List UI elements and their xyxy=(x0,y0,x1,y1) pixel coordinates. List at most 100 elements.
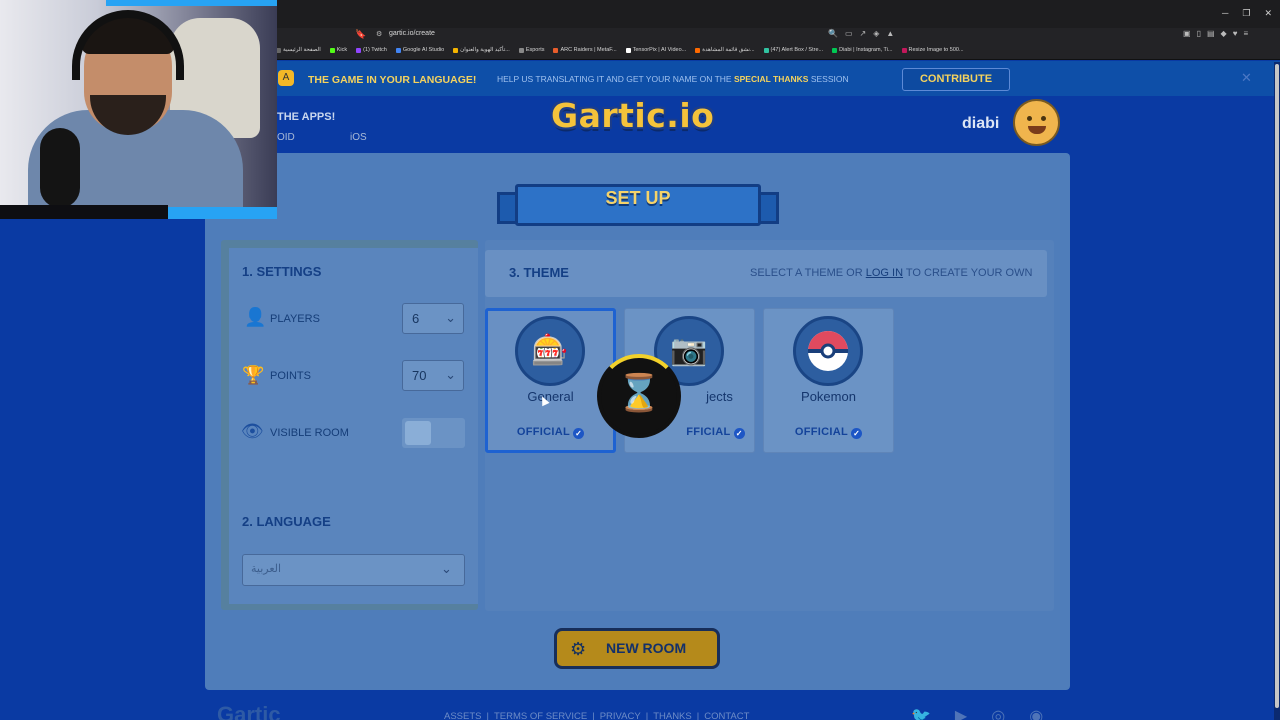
close-window-icon[interactable]: ✕ xyxy=(1264,8,1272,19)
bookmark-item[interactable]: الصفحة الرئيسية xyxy=(276,47,321,53)
official-badge-objects: FFICIAL ✓ xyxy=(650,426,781,439)
bookmark-item[interactable]: Google AI Studio xyxy=(395,47,444,53)
check-icon: ✓ xyxy=(573,428,585,439)
bookmark-label: ARC Raiders | MetaF... xyxy=(560,47,617,53)
footer-separator: | xyxy=(486,711,489,720)
check-icon: ✓ xyxy=(733,428,745,439)
bookmark-label: نشق قائمة المشاهدة... xyxy=(702,47,755,53)
settings-heading: 1. SETTINGS xyxy=(242,264,322,279)
hourglass-icon: ⌛ xyxy=(616,372,662,413)
bookmark-favicon-icon xyxy=(329,47,335,53)
official-badge-general: OFFICIAL ✓ xyxy=(485,426,616,439)
ios-link[interactable]: iOS xyxy=(350,132,367,143)
apps-label: THE APPS! xyxy=(277,111,336,123)
bookmark-label: TensorPix | AI Video... xyxy=(632,47,687,53)
vpn-icon[interactable]: ♥ xyxy=(1233,29,1238,38)
theme-hint: SELECT A THEME OR LOG IN TO CREATE YOUR … xyxy=(750,267,1032,279)
bookmark-label: Diabi | Instagram, Ti... xyxy=(839,47,893,53)
contribute-button[interactable]: CONTRIBUTE xyxy=(902,68,1010,91)
url-field[interactable]: gartic.io/create xyxy=(389,30,435,37)
chevron-down-icon: ⌄ xyxy=(441,561,452,576)
points-select[interactable]: 70 ⌄ xyxy=(402,360,464,391)
pokeball-svg xyxy=(808,331,848,371)
wallet-icon[interactable]: ◆ xyxy=(1221,29,1227,38)
discord-icon[interactable]: ◉ xyxy=(1029,706,1043,720)
chevron-down-icon: ⌄ xyxy=(445,367,456,382)
window-controls: ─ ❐ ✕ xyxy=(1222,8,1272,19)
bookmark-item[interactable]: تأكيد الهوية والعنوان... xyxy=(453,47,510,53)
announcement-title: THE GAME IN YOUR LANGUAGE! xyxy=(308,74,477,86)
bookmark-item[interactable]: ARC Raiders | MetaF... xyxy=(553,47,617,53)
scrollbar-thumb[interactable] xyxy=(1275,64,1279,708)
avatar[interactable] xyxy=(1013,99,1060,146)
points-label: POINTS xyxy=(270,370,311,382)
announcement-text-before: HELP US TRANSLATING IT AND GET YOUR NAME… xyxy=(497,74,732,84)
eye-icon: 👁 xyxy=(241,421,264,441)
bookmark-favicon-icon xyxy=(453,47,459,53)
translate-icon: A xyxy=(278,70,294,86)
bookmark-label: (1) Twitch xyxy=(363,47,387,53)
bookmark-item[interactable]: نشق قائمة المشاهدة... xyxy=(695,47,755,53)
bookmark-favicon-icon xyxy=(901,47,907,53)
footer-link[interactable]: THANKS xyxy=(653,711,692,720)
bookmark-label: Resize Image to 500... xyxy=(908,47,964,53)
shield-icon[interactable]: ◈ xyxy=(873,29,879,38)
bookmark-item[interactable]: TensorPix | AI Video... xyxy=(625,47,687,53)
minimize-icon[interactable]: ─ xyxy=(1222,8,1228,19)
tabs-icon[interactable]: ▤ xyxy=(1207,29,1215,38)
footer-link[interactable]: CONTACT xyxy=(704,711,749,720)
cast-icon[interactable]: ▭ xyxy=(845,29,853,38)
gartic-logo[interactable]: Gartic.io xyxy=(551,96,714,135)
players-label: PLAYERS xyxy=(270,313,320,325)
bookmark-item[interactable]: Esports xyxy=(518,47,544,53)
login-link[interactable]: LOG IN xyxy=(866,267,903,279)
language-heading: 2. LANGUAGE xyxy=(242,514,331,529)
bookmark-item[interactable]: Diabi | Instagram, Ti... xyxy=(832,47,893,53)
username[interactable]: diabi xyxy=(962,115,999,133)
bookmark-favicon-icon xyxy=(763,47,769,53)
share-icon[interactable]: ↗ xyxy=(860,29,867,38)
restore-icon[interactable]: ❐ xyxy=(1242,8,1250,19)
footer-link[interactable]: ASSETS xyxy=(444,711,482,720)
bookmark-label: Kick xyxy=(336,47,348,53)
players-select[interactable]: 6 ⌄ xyxy=(402,303,464,334)
slot-machine-glyph: 🎰 xyxy=(531,334,569,367)
instagram-icon[interactable]: ◎ xyxy=(991,706,1005,720)
trophy-icon: 🏆 xyxy=(242,365,265,385)
language-value: العربية xyxy=(251,563,282,575)
bookmark-label: (47) Alert Box / Stre... xyxy=(770,47,824,53)
players-value: 6 xyxy=(412,311,420,326)
visible-room-label: VISIBLE ROOM xyxy=(270,427,349,439)
alert-icon[interactable]: ▲ xyxy=(886,29,894,38)
menu-icon[interactable]: ≡ xyxy=(1243,29,1248,38)
bookmark-icon[interactable]: 🔖 xyxy=(355,29,366,40)
footer-logo[interactable]: Gartic xyxy=(217,702,281,720)
announcement-text: HELP US TRANSLATING IT AND GET YOUR NAME… xyxy=(497,74,849,84)
microphone xyxy=(40,128,80,208)
theme-hint-after: TO CREATE YOUR OWN xyxy=(905,267,1033,279)
bookmark-item[interactable]: Resize Image to 500... xyxy=(901,47,964,53)
announcement-special-thanks: SPECIAL THANKS xyxy=(733,74,809,84)
slot-machine-icon: 🎰 xyxy=(515,316,585,386)
zoom-icon[interactable]: 🔍 xyxy=(828,29,838,38)
bookmark-item[interactable]: (47) Alert Box / Stre... xyxy=(763,47,824,53)
footer-link[interactable]: PRIVACY xyxy=(600,711,641,720)
bookmark-label: تأكيد الهوية والعنوان... xyxy=(460,47,510,53)
sidebar-icon[interactable]: ▯ xyxy=(1197,29,1201,38)
android-link[interactable]: OID xyxy=(277,132,295,143)
extensions-icon[interactable]: ▣ xyxy=(1183,29,1191,38)
setup-title: SET UP xyxy=(605,188,671,208)
bookmark-favicon-icon xyxy=(518,47,524,53)
footer-separator: | xyxy=(696,711,700,720)
camera-glyph: 📷 xyxy=(670,334,708,367)
footer-link[interactable]: TERMS OF SERVICE xyxy=(494,711,587,720)
check-icon: ✓ xyxy=(851,428,863,439)
twitter-icon[interactable]: 🐦 xyxy=(911,706,931,720)
streamer-webcam xyxy=(0,0,277,219)
bookmark-item[interactable]: Kick xyxy=(329,47,348,53)
site-info-icon[interactable]: ⚙ xyxy=(376,30,382,38)
youtube-icon[interactable]: ▶ xyxy=(955,706,967,720)
footer-separator: | xyxy=(645,711,649,720)
bookmark-item[interactable]: (1) Twitch xyxy=(356,47,387,53)
close-announcement-icon[interactable]: ✕ xyxy=(1241,70,1252,86)
